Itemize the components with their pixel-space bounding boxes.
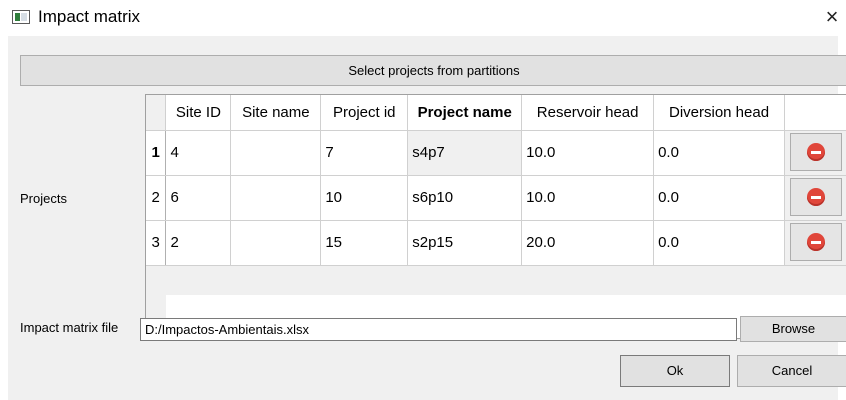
row-header[interactable]: 1	[146, 130, 167, 176]
cell-project-name[interactable]: s4p7	[407, 130, 523, 176]
delete-row-button[interactable]	[789, 132, 842, 171]
column-header-diversion-head[interactable]: Diversion head	[653, 95, 785, 131]
table-row[interactable]: 3 2 15 s2p15 20.0 0.0	[146, 220, 846, 266]
cell-reservoir-head[interactable]: 10.0	[521, 130, 655, 176]
column-header-site-id[interactable]: Site ID	[165, 95, 232, 131]
cell-delete	[784, 130, 846, 176]
app-icon	[12, 10, 30, 24]
ok-button[interactable]: Ok	[620, 355, 730, 387]
row-header[interactable]: 2	[146, 175, 167, 221]
cell-diversion-head[interactable]: 0.0	[653, 220, 785, 266]
row-header[interactable]: 3	[146, 220, 167, 266]
cell-site-name[interactable]	[230, 220, 322, 266]
cell-site-id[interactable]: 6	[165, 175, 232, 221]
column-header-actions	[784, 95, 846, 131]
column-header-project-id[interactable]: Project id	[320, 95, 409, 131]
cell-diversion-head[interactable]: 0.0	[653, 175, 785, 221]
cell-project-name[interactable]: s2p15	[407, 220, 523, 266]
impact-file-input[interactable]	[140, 318, 737, 341]
projects-label: Projects	[20, 191, 67, 206]
browse-button[interactable]: Browse	[740, 316, 846, 342]
projects-table[interactable]: Site ID Site name Project id Project nam…	[145, 94, 846, 339]
window-title: Impact matrix	[38, 7, 141, 26]
cell-delete	[784, 175, 846, 221]
table-row[interactable]: 2 6 10 s6p10 10.0 0.0	[146, 175, 846, 221]
delete-row-button[interactable]	[789, 222, 842, 261]
cell-delete	[784, 220, 846, 266]
cell-site-id[interactable]: 2	[165, 220, 232, 266]
cell-project-id[interactable]: 15	[320, 220, 409, 266]
table-header-row: Site ID Site name Project id Project nam…	[146, 95, 846, 131]
dialog-body: Select projects from partitions Projects…	[8, 36, 846, 400]
table-corner	[146, 95, 167, 131]
cell-project-id[interactable]: 7	[320, 130, 409, 176]
cell-site-name[interactable]	[230, 130, 322, 176]
column-header-site-name[interactable]: Site name	[230, 95, 322, 131]
cell-diversion-head[interactable]: 0.0	[653, 130, 785, 176]
delete-row-button[interactable]	[789, 177, 842, 216]
close-button[interactable]: ×	[820, 4, 844, 30]
select-projects-button[interactable]: Select projects from partitions	[20, 55, 846, 86]
remove-circle-icon	[806, 187, 825, 206]
title-bar: Impact matrix ×	[0, 0, 846, 36]
cell-site-name[interactable]	[230, 175, 322, 221]
cell-site-id[interactable]: 4	[165, 130, 232, 176]
impact-file-label: Impact matrix file	[20, 320, 119, 335]
column-header-project-name[interactable]: Project name	[407, 95, 523, 131]
remove-circle-icon	[806, 142, 825, 161]
cell-project-name[interactable]: s6p10	[407, 175, 523, 221]
cell-reservoir-head[interactable]: 10.0	[521, 175, 655, 221]
cancel-button[interactable]: Cancel	[737, 355, 846, 387]
cell-reservoir-head[interactable]: 20.0	[521, 220, 655, 266]
column-header-reservoir-head[interactable]: Reservoir head	[521, 95, 655, 131]
remove-circle-icon	[806, 232, 825, 251]
cell-project-id[interactable]: 10	[320, 175, 409, 221]
table-row[interactable]: 1 4 7 s4p7 10.0 0.0	[146, 130, 846, 176]
